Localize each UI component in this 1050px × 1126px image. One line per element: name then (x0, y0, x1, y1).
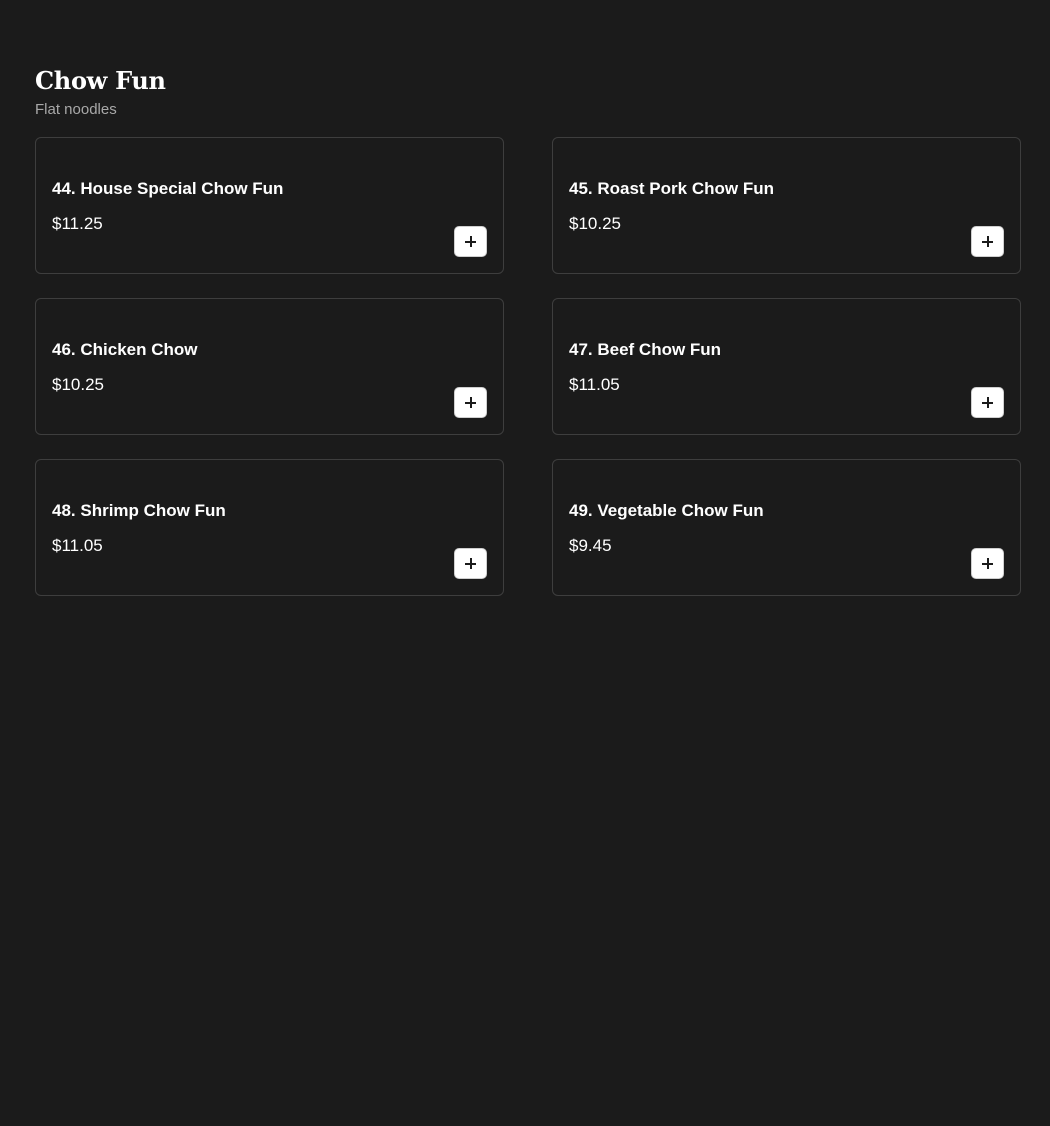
menu-item-name: 49. Vegetable Chow Fun (569, 501, 764, 520)
menu-item-name: 46. Chicken Chow (52, 340, 198, 359)
plus-icon (465, 558, 476, 569)
plus-icon (982, 236, 993, 247)
menu-item-price: $10.25 (569, 214, 621, 233)
section-title: Chow Fun (35, 66, 166, 95)
menu-item-name: 48. Shrimp Chow Fun (52, 501, 226, 520)
add-to-cart-button[interactable] (971, 387, 1004, 418)
menu-item-name: 47. Beef Chow Fun (569, 340, 722, 359)
menu-item-card[interactable]: 47. Beef Chow Fun $11.05 (552, 298, 1021, 435)
menu-item-card[interactable]: 44. House Special Chow Fun $11.25 (35, 137, 504, 274)
menu-item-price: $9.45 (569, 536, 612, 555)
add-to-cart-button[interactable] (971, 226, 1004, 257)
add-to-cart-button[interactable] (971, 548, 1004, 579)
add-to-cart-button[interactable] (454, 226, 487, 257)
plus-icon (982, 397, 993, 408)
menu-item-price: $11.05 (569, 375, 620, 394)
menu-item-price: $11.25 (52, 214, 103, 233)
menu-item-card[interactable]: 48. Shrimp Chow Fun $11.05 (35, 459, 504, 596)
menu-item-card[interactable]: 49. Vegetable Chow Fun $9.45 (552, 459, 1021, 596)
menu-item-name: 45. Roast Pork Chow Fun (569, 179, 774, 198)
menu-item-card[interactable]: 45. Roast Pork Chow Fun $10.25 (552, 137, 1021, 274)
menu-item-card[interactable]: 46. Chicken Chow $10.25 (35, 298, 504, 435)
menu-section-chow-fun: Chow Fun Flat noodles 44. House Special … (35, 64, 1021, 596)
plus-icon (465, 397, 476, 408)
menu-item-grid: 44. House Special Chow Fun $11.25 45. Ro… (35, 137, 1021, 596)
menu-item-name: 44. House Special Chow Fun (52, 179, 284, 198)
plus-icon (465, 236, 476, 247)
menu-item-price: $10.25 (52, 375, 104, 394)
add-to-cart-button[interactable] (454, 387, 487, 418)
menu-item-price: $11.05 (52, 536, 103, 555)
section-subtitle: Flat noodles (35, 101, 117, 118)
add-to-cart-button[interactable] (454, 548, 487, 579)
plus-icon (982, 558, 993, 569)
